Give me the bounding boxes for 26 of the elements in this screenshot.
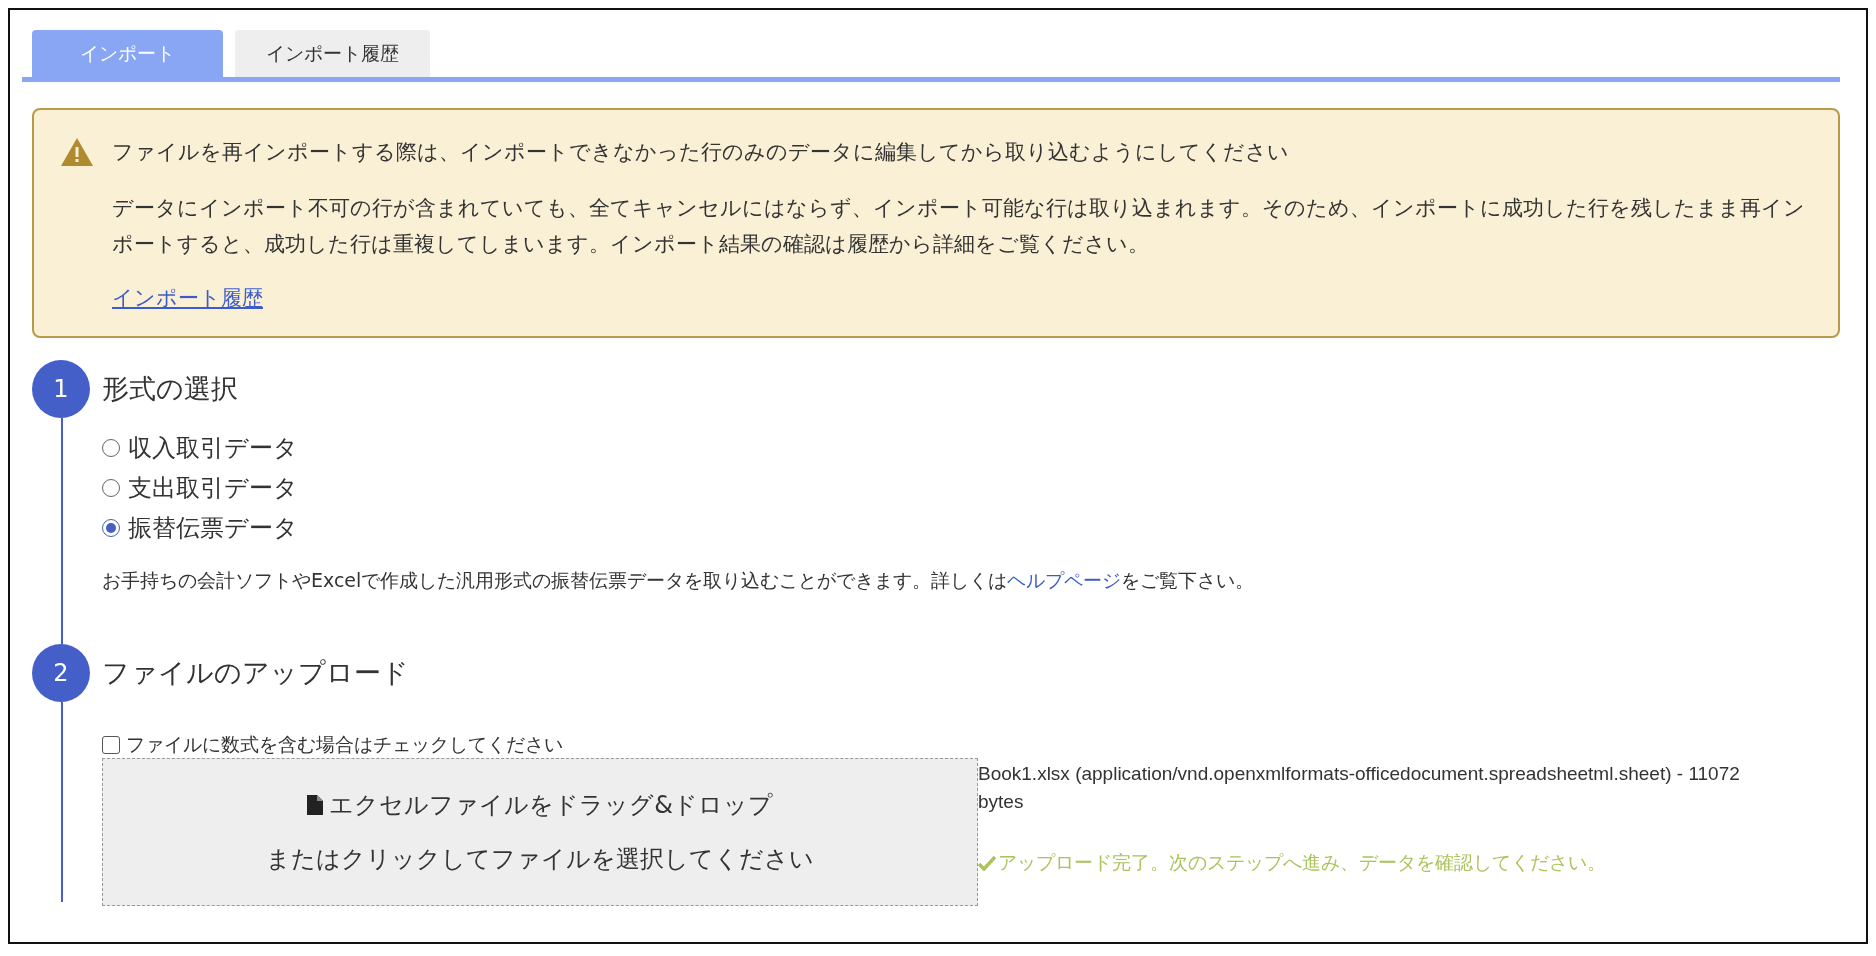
format-description: お手持ちの会計ソフトやExcelで作成した汎用形式の振替伝票データを取り込むことができます。詳しくはヘルプページをご覧下さい。: [102, 568, 1256, 593]
step-title: 形式の選択: [102, 372, 239, 406]
history-link[interactable]: インポート履歴: [112, 284, 263, 312]
checkbox[interactable]: [102, 736, 120, 754]
check-icon: [978, 855, 996, 871]
file-drop-zone[interactable]: エクセルファイルをドラッグ&ドロップ またはクリックしてファイルを選択してください: [102, 758, 978, 906]
file-icon: [307, 795, 324, 815]
step-number: 2: [32, 644, 90, 702]
file-info: Book1.xlsx (application/vnd.openxmlformats-officedocument.spreadsheetml.sheet) - 11072 bytes: [978, 762, 1741, 814]
warning-icon: [60, 137, 94, 167]
format-option[interactable]: 振替伝票データ: [102, 508, 1840, 548]
option-label: 支出取引データ: [128, 473, 298, 504]
notice-text: データにインポート不可の行が含まれていても、全てキャンセルにはならず、インポート可能な行は取り込まれます。そのため、インポートに成功した行を残したまま再インポートすると、成功した行は重複してしまいます。インポート結果の確認は履歴から詳細をご覧ください。: [112, 195, 1806, 258]
drop-zone-title: エクセルファイルをドラッグ&ドロップ: [329, 790, 773, 821]
drop-zone-subtitle: またはクリックしてファイルを選択してください: [266, 844, 814, 875]
step-title: ファイルのアップロード: [102, 656, 410, 690]
notice-title: ファイルを再インポートする際は、インポートできなかった行のみのデータに編集してから取り込むようにしてください: [112, 139, 1290, 166]
tab[interactable]: インポート履歴: [235, 30, 430, 77]
upload-status: アップロード完了。次のステップへ進み、データを確認してください。: [998, 850, 1606, 875]
format-option[interactable]: 収入取引データ: [102, 428, 1840, 468]
help-link[interactable]: ヘルプページ: [1007, 569, 1122, 591]
step-number: 1: [32, 360, 90, 418]
option-label: 収入取引データ: [128, 433, 298, 464]
option-label: 振替伝票データ: [128, 513, 298, 544]
checkbox-label: ファイルに数式を含む場合はチェックしてください: [126, 732, 563, 757]
format-option[interactable]: 支出取引データ: [102, 468, 1840, 508]
